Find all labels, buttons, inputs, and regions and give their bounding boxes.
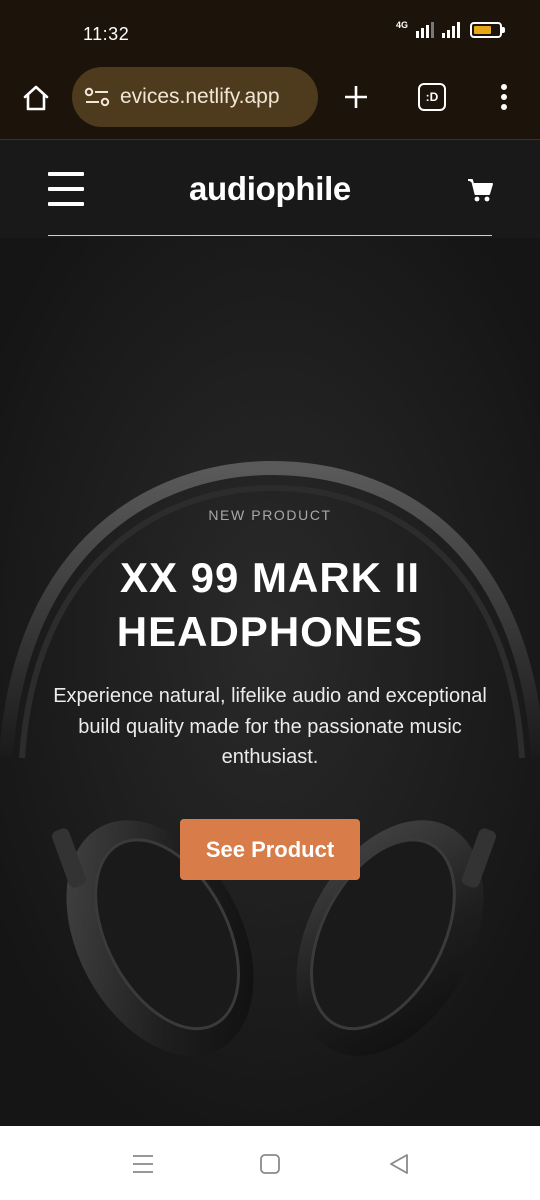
- tab-switcher-icon: :D: [418, 83, 446, 111]
- home-circle-icon[interactable]: [257, 1152, 283, 1176]
- site-logo[interactable]: audiophile: [0, 170, 540, 208]
- battery-icon: [470, 22, 505, 38]
- site-header: audiophile: [0, 140, 540, 238]
- home-icon: [23, 85, 49, 111]
- browser-toolbar: evices.netlify.app :D: [0, 62, 540, 140]
- hero-title: XX 99 MARK II HEADPHONES: [116, 554, 424, 655]
- cart-icon[interactable]: [466, 176, 494, 204]
- see-product-button[interactable]: See Product: [180, 819, 360, 880]
- tab-switcher-button[interactable]: :D: [413, 78, 451, 116]
- recents-icon[interactable]: [130, 1152, 156, 1176]
- hero-section: NEW PRODUCT XX 99 MARK II HEADPHONES Exp…: [0, 238, 540, 1126]
- more-menu-icon: [501, 84, 507, 110]
- more-menu-button[interactable]: [485, 78, 523, 116]
- browser-home-button[interactable]: [18, 80, 54, 116]
- new-tab-icon: [345, 86, 367, 108]
- status-time: 11:32: [83, 24, 130, 44]
- network-type-label: 4G: [395, 20, 408, 30]
- site-settings-icon[interactable]: [84, 86, 110, 108]
- signal-icon: [442, 22, 460, 38]
- hero-content: NEW PRODUCT XX 99 MARK II HEADPHONES Exp…: [0, 238, 540, 1126]
- status-indicators: 4G: [395, 20, 505, 38]
- system-navigation-bar: [0, 1126, 540, 1200]
- hero-overline: NEW PRODUCT: [208, 507, 332, 523]
- address-bar[interactable]: evices.netlify.app: [72, 67, 318, 127]
- status-bar: 11:32 4G: [0, 0, 540, 62]
- header-divider: [48, 235, 492, 236]
- mobile-data-icon: [416, 22, 434, 38]
- url-text: evices.netlify.app: [120, 85, 280, 108]
- hero-description: Experience natural, lifelike audio and e…: [53, 685, 487, 768]
- back-icon[interactable]: [386, 1152, 412, 1176]
- new-tab-button[interactable]: [337, 78, 375, 116]
